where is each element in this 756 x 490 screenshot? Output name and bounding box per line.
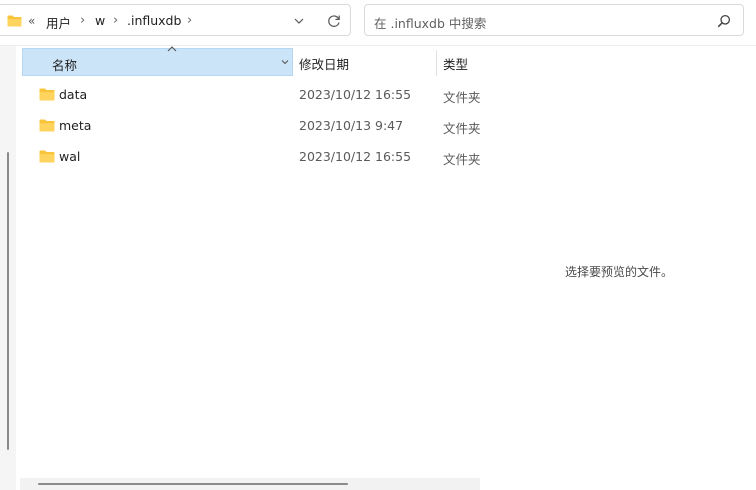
column-header: 名称 修改日期 类型 xyxy=(20,46,480,76)
search-input[interactable]: 在 .influxdb 中搜索 xyxy=(364,4,744,36)
column-header-name[interactable]: 名称 xyxy=(22,46,293,76)
preview-pane: 选择要预览的文件。 xyxy=(481,46,756,490)
chevron-down-icon[interactable] xyxy=(292,15,306,27)
folder-icon xyxy=(39,88,55,101)
column-header-date[interactable]: 修改日期 xyxy=(299,54,349,73)
column-divider[interactable] xyxy=(436,50,437,76)
table-row[interactable]: meta 2023/10/13 9:47 文件夹 xyxy=(20,111,480,141)
file-date: 2023/10/13 9:47 xyxy=(299,118,404,133)
vertical-scrollbar[interactable] xyxy=(0,46,16,490)
breadcrumb-overflow-button[interactable]: « xyxy=(28,14,35,28)
search-icon[interactable] xyxy=(717,14,731,28)
column-header-name-label: 名称 xyxy=(52,58,78,73)
file-type: 文件夹 xyxy=(443,90,480,105)
search-placeholder[interactable]: 在 .influxdb 中搜索 xyxy=(374,13,486,32)
file-date: 2023/10/12 16:55 xyxy=(299,87,412,102)
file-date: 2023/10/12 16:55 xyxy=(299,149,412,164)
file-name: data xyxy=(59,87,88,102)
sort-ascending-icon xyxy=(167,46,177,52)
top-bar: « 用户 › w › .influxdb › 在 .influxdb 中搜索 xyxy=(0,0,756,46)
breadcrumb-separator[interactable]: › xyxy=(80,13,85,28)
column-header-type[interactable]: 类型 xyxy=(443,54,468,73)
breadcrumb-item-users[interactable]: 用户 xyxy=(46,13,71,32)
file-type: 文件夹 xyxy=(443,121,480,136)
table-row[interactable]: wal 2023/10/12 16:55 文件夹 xyxy=(20,142,480,172)
preview-message: 选择要预览的文件。 xyxy=(565,265,674,279)
horizontal-scrollbar-thumb[interactable] xyxy=(38,483,348,485)
breadcrumb-item-influxdb[interactable]: .influxdb xyxy=(127,13,181,28)
breadcrumb-item-w[interactable]: w xyxy=(95,13,105,28)
file-type: 文件夹 xyxy=(443,152,480,167)
vertical-scrollbar-thumb[interactable] xyxy=(7,152,9,450)
file-name: meta xyxy=(59,118,92,133)
refresh-icon[interactable] xyxy=(326,13,342,29)
folder-icon xyxy=(39,119,55,132)
table-row[interactable]: data 2023/10/12 16:55 文件夹 xyxy=(20,80,480,110)
breadcrumb-separator[interactable]: › xyxy=(113,13,118,28)
file-name: wal xyxy=(59,149,81,164)
horizontal-scrollbar[interactable] xyxy=(20,478,480,490)
breadcrumb-separator[interactable]: › xyxy=(187,13,192,28)
folder-icon xyxy=(39,150,55,163)
folder-icon xyxy=(7,15,22,27)
chevron-down-icon[interactable] xyxy=(280,57,290,67)
address-bar[interactable]: « 用户 › w › .influxdb › xyxy=(0,4,351,36)
file-list: 名称 修改日期 类型 data 2023/10/12 16:55 文件夹 met… xyxy=(0,46,481,490)
